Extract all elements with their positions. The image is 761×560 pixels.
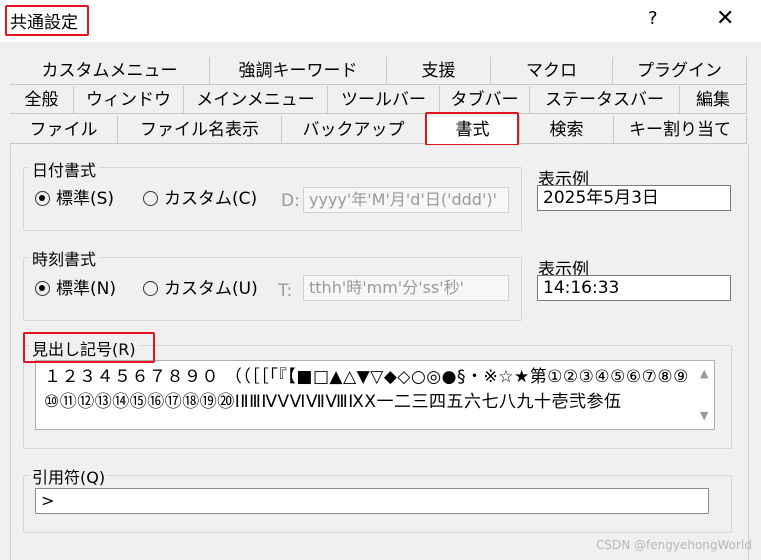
radio-unchecked-icon <box>143 191 158 206</box>
tab-edit[interactable]: 編集 <box>680 86 747 114</box>
radio-checked-icon <box>35 281 50 296</box>
tab-macro[interactable]: マクロ <box>491 57 613 85</box>
time-prefix: T: <box>278 281 293 301</box>
scroll-down-icon[interactable]: ▼ <box>700 409 708 422</box>
help-icon[interactable]: ? <box>648 8 658 29</box>
quote-input[interactable]: > <box>35 488 709 514</box>
date-prefix: D: <box>281 191 300 211</box>
time-sample-value: 14:16:33 <box>537 275 731 301</box>
tab-support[interactable]: 支援 <box>387 57 491 85</box>
tab-filename-display[interactable]: ファイル名表示 <box>118 116 282 144</box>
tab-search[interactable]: 検索 <box>520 116 614 144</box>
format-tab-highlight <box>425 112 519 146</box>
tab-main-menu[interactable]: メインメニュー <box>184 86 328 114</box>
time-custom-radio[interactable]: カスタム(U) <box>143 279 258 299</box>
tab-window[interactable]: ウィンドウ <box>74 86 184 114</box>
radio-checked-icon <box>35 191 50 206</box>
tab-general[interactable]: 全般 <box>10 86 74 114</box>
date-custom-label: カスタム(C) <box>164 189 258 209</box>
title-bar: 共通設定 ? ✕ <box>0 0 761 42</box>
tab-file[interactable]: ファイル <box>10 116 118 144</box>
time-custom-label: カスタム(U) <box>164 279 258 299</box>
heading-symbols-textarea[interactable]: １２３４５６７８９０ （（［［「『【■□▲△▼▽◆◇○◎●§・※☆★第①②③④⑤… <box>35 360 715 430</box>
date-sample-value: 2025年5月3日 <box>537 185 731 211</box>
date-standard-radio[interactable]: 標準(S) <box>35 189 114 209</box>
tab-statusbar[interactable]: ステータスバー <box>530 86 680 114</box>
heading-symbols-text: １２３４５６７８９０ （（［［「『【■□▲△▼▽◆◇○◎●§・※☆★第①②③④⑤… <box>44 367 689 412</box>
quote-label: 引用符(Q) <box>29 464 109 488</box>
radio-unchecked-icon <box>143 281 158 296</box>
close-icon[interactable]: ✕ <box>716 6 734 31</box>
watermark: CSDN @fengyehongWorld <box>596 538 752 552</box>
heading-symbols-highlight <box>23 332 155 363</box>
title-highlight <box>5 5 89 36</box>
date-custom-radio[interactable]: カスタム(C) <box>143 189 257 209</box>
scrollbar[interactable]: ▲ ▼ <box>696 361 714 429</box>
time-standard-radio[interactable]: 標準(N) <box>35 279 116 299</box>
time-format-label: 時刻書式 <box>29 246 100 270</box>
tab-highlight-keywords[interactable]: 強調キーワード <box>210 57 387 85</box>
date-standard-label: 標準(S) <box>56 189 115 209</box>
tab-backup[interactable]: バックアップ <box>282 116 426 144</box>
tab-key-assign[interactable]: キー割り当て <box>614 116 747 144</box>
date-custom-input[interactable]: yyyy'年'M'月'd'日('ddd')' <box>303 187 509 213</box>
time-custom-input[interactable]: tthh'時'mm'分'ss'秒' <box>303 275 509 301</box>
tab-plugin[interactable]: プラグイン <box>613 57 747 85</box>
time-standard-label: 標準(N) <box>56 279 116 299</box>
tab-custom-menu[interactable]: カスタムメニュー <box>10 57 210 85</box>
scroll-up-icon[interactable]: ▲ <box>700 367 708 380</box>
date-format-label: 日付書式 <box>29 157 100 181</box>
tab-tabbar[interactable]: タブバー <box>440 86 530 114</box>
tab-toolbar[interactable]: ツールバー <box>328 86 440 114</box>
